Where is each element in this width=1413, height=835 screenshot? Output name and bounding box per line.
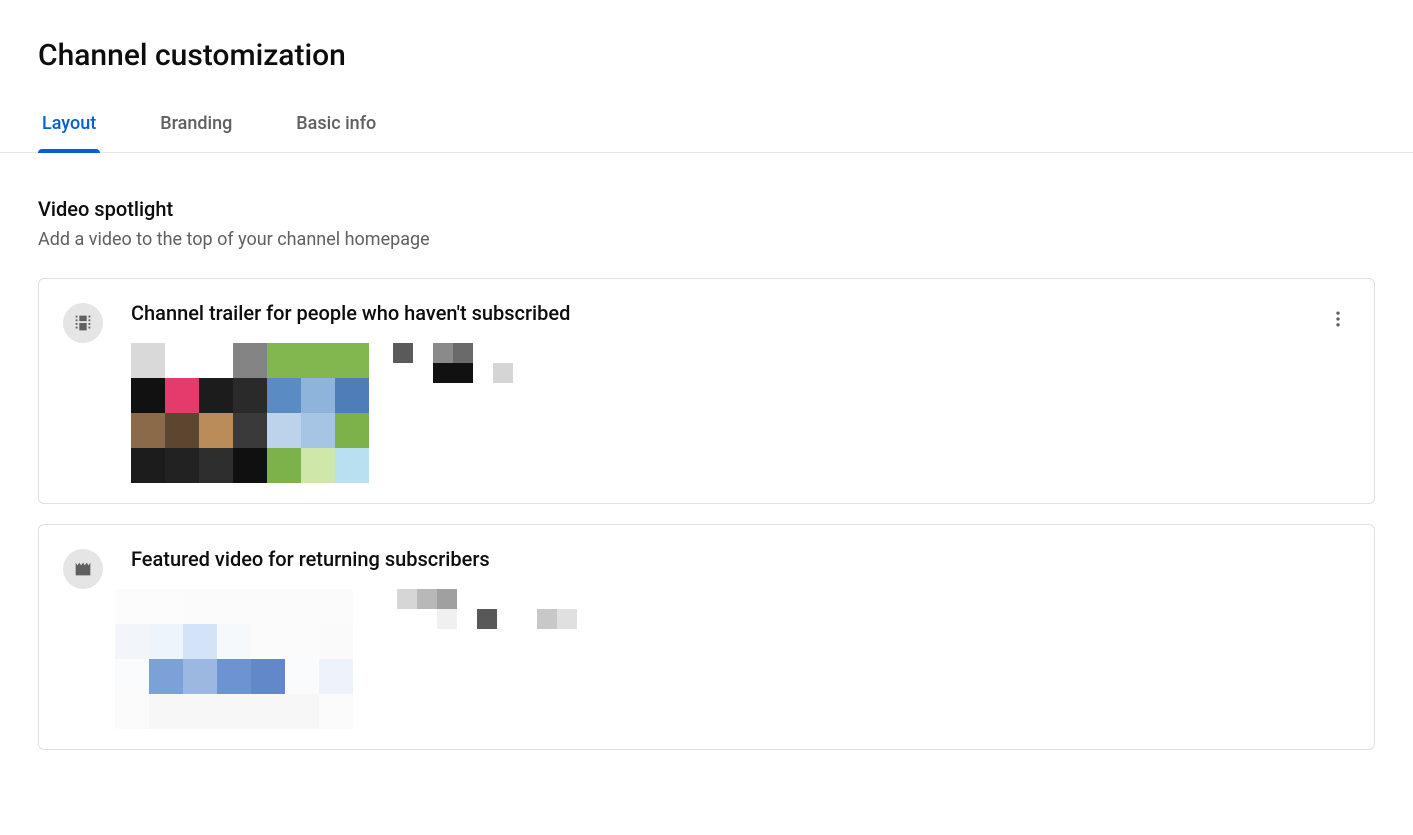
section-title: Video spotlight <box>38 197 1375 221</box>
trailer-meta-redacted <box>393 343 513 383</box>
trailer-card-title: Channel trailer for people who haven't s… <box>131 301 1350 325</box>
page-title: Channel customization <box>38 38 1375 73</box>
film-icon <box>63 303 103 343</box>
section-subtitle: Add a video to the top of your channel h… <box>38 229 1375 250</box>
trailer-card: Channel trailer for people who haven't s… <box>38 278 1375 504</box>
trailer-card-options-button[interactable] <box>1326 307 1350 331</box>
tab-layout[interactable]: Layout <box>42 113 96 152</box>
tab-basic-info[interactable]: Basic info <box>296 113 376 152</box>
featured-card: Featured video for returning subscribers <box>38 524 1375 750</box>
featured-card-title: Featured video for returning subscribers <box>131 547 1350 571</box>
featured-meta-redacted <box>377 589 577 629</box>
tab-branding[interactable]: Branding <box>160 113 232 152</box>
video-spotlight-section: Video spotlight Add a video to the top o… <box>38 197 1375 750</box>
featured-thumbnail[interactable] <box>115 589 353 729</box>
trailer-thumbnail[interactable] <box>131 343 369 483</box>
tabs: Layout Branding Basic info <box>0 113 1413 153</box>
clapper-icon <box>63 549 103 589</box>
